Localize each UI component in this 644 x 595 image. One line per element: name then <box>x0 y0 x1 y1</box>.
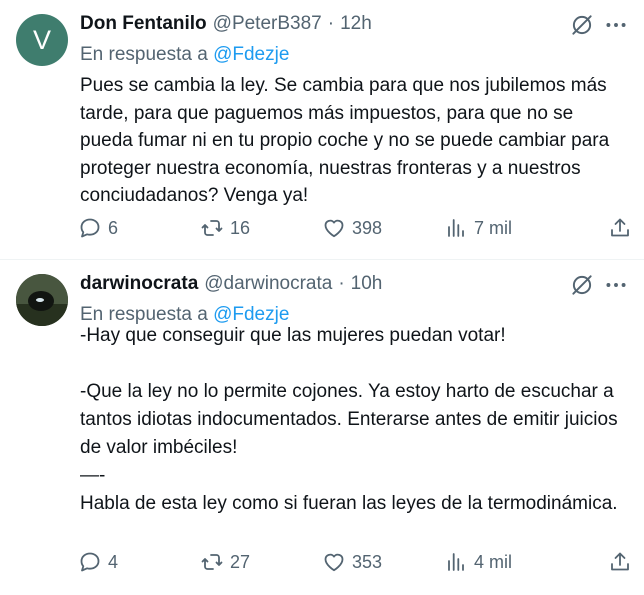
tweet-1[interactable]: V Don Fentanilo @PeterB387 · 12h En resp… <box>0 0 644 260</box>
tweet-2[interactable]: darwinocrata @darwinocrata · 10h En resp… <box>0 260 644 595</box>
action-bar: 4 27 353 4 mil <box>78 550 634 578</box>
repost-icon <box>201 554 223 570</box>
timestamp[interactable]: 10h <box>351 273 383 295</box>
like-icon <box>324 553 344 572</box>
avatar-image <box>16 274 68 326</box>
handle[interactable]: @darwinocrata <box>204 273 332 295</box>
like-button[interactable]: 353 <box>322 550 382 574</box>
repost-button[interactable]: 27 <box>200 550 250 574</box>
action-bar: 6 16 398 7 mil <box>78 216 634 244</box>
views-button[interactable]: 7 mil <box>444 216 512 240</box>
views-count: 7 mil <box>474 217 513 238</box>
display-name[interactable]: Don Fentanilo <box>80 13 207 35</box>
repost-count: 16 <box>230 217 251 238</box>
tweet-header: darwinocrata @darwinocrata · 10h <box>80 273 382 295</box>
views-icon <box>448 219 464 237</box>
reply-count: 6 <box>108 217 119 238</box>
like-button[interactable]: 398 <box>322 216 382 240</box>
views-button[interactable]: 4 mil <box>444 550 512 574</box>
reply-button[interactable]: 4 <box>78 550 118 574</box>
separator: · <box>338 273 345 294</box>
grok-icon[interactable] <box>569 272 595 298</box>
grok-icon[interactable] <box>569 12 595 38</box>
reply-mention-link[interactable]: @Fdezje <box>213 44 289 65</box>
share-button[interactable] <box>608 216 638 240</box>
views-count: 4 mil <box>474 551 513 572</box>
reply-icon <box>80 552 100 572</box>
reply-count: 4 <box>108 551 119 572</box>
like-icon <box>324 219 344 238</box>
display-name[interactable]: darwinocrata <box>80 273 198 295</box>
repost-button[interactable]: 16 <box>200 216 250 240</box>
reply-icon <box>80 218 100 238</box>
reply-button[interactable]: 6 <box>78 216 118 240</box>
timestamp[interactable]: 12h <box>340 13 372 35</box>
avatar-letter: V <box>32 24 51 55</box>
avatar[interactable]: V <box>16 14 68 66</box>
separator: · <box>327 13 335 34</box>
views-icon <box>448 553 464 571</box>
reply-prefix: En respuesta a <box>80 44 208 65</box>
more-icon[interactable] <box>603 12 629 38</box>
handle[interactable]: @PeterB387 <box>213 13 322 35</box>
like-count: 353 <box>352 551 383 572</box>
repost-icon <box>201 220 223 236</box>
tweet-header: Don Fentanilo @PeterB387 · 12h <box>80 13 372 35</box>
tweet-text: Pues se cambia la ley. Se cambia para qu… <box>80 75 615 206</box>
more-icon[interactable] <box>603 272 629 298</box>
like-count: 398 <box>352 217 383 238</box>
tweet-text: -Hay que conseguir que las mujeres pueda… <box>80 325 618 514</box>
avatar[interactable] <box>16 274 68 326</box>
share-icon <box>611 552 629 571</box>
repost-count: 27 <box>230 551 251 572</box>
reply-context: En respuesta a @Fdezje <box>80 44 289 66</box>
share-icon <box>611 218 629 237</box>
share-button[interactable] <box>608 550 638 574</box>
